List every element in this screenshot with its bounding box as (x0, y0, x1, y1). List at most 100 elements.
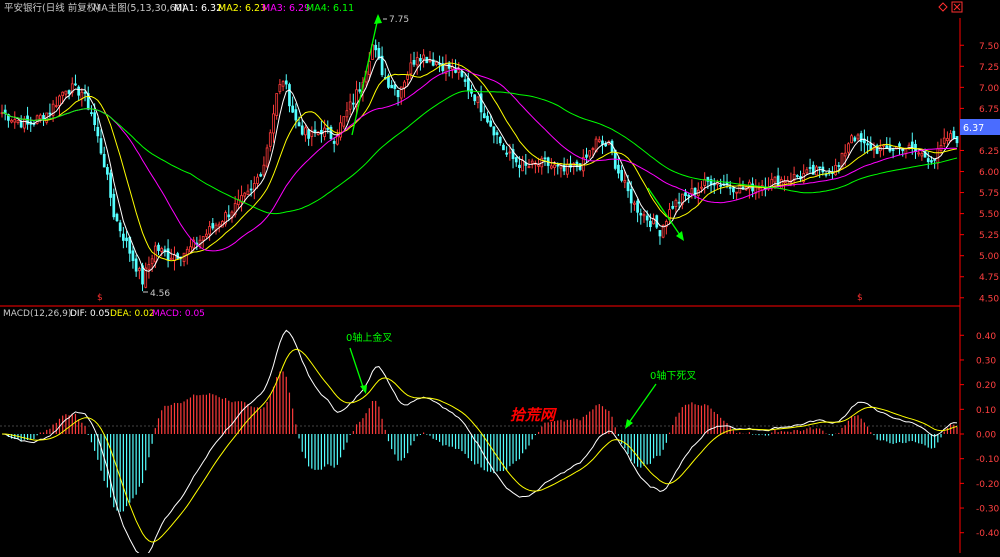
candle-body (115, 213, 119, 222)
candle-body (505, 152, 509, 155)
marker-left: $ (97, 293, 103, 303)
candle-body (415, 57, 419, 66)
macd-dea: DEA: 0.02 (110, 309, 155, 319)
candle-body (843, 152, 847, 157)
macd-value: MACD: 0.05 (152, 309, 205, 319)
candle-body (160, 248, 164, 252)
price-tick-label: 7.50 (979, 42, 999, 52)
candle-body (74, 83, 77, 86)
candle-body (633, 202, 636, 205)
candle-body (818, 166, 822, 169)
candle-body (294, 109, 298, 121)
candle-body (345, 110, 349, 118)
price-tick-label: 7.00 (979, 84, 999, 94)
candle-body (498, 136, 502, 144)
candle-body (757, 187, 761, 190)
candle-body (658, 230, 662, 237)
candle-body (677, 201, 681, 204)
candle-body (939, 144, 943, 151)
price-tick-label: 7.25 (979, 63, 999, 73)
candle-body (348, 101, 352, 110)
candle-body (291, 105, 295, 113)
candle-body (690, 188, 694, 195)
candle-body (508, 151, 512, 154)
candle-body (252, 183, 256, 191)
candle-body (910, 141, 914, 149)
price-tick-label: 5.50 (979, 210, 999, 220)
candle-body (227, 214, 231, 218)
candle-body (205, 233, 208, 237)
golden-cross-arrow (349, 347, 367, 394)
candle-body (288, 84, 291, 107)
candle-body (645, 215, 649, 221)
candle-body (150, 258, 154, 265)
candle-body (412, 59, 416, 65)
candle-body (626, 182, 630, 192)
candle-body (457, 69, 461, 73)
candle-body (351, 102, 355, 105)
candle-body (67, 90, 71, 94)
macd-tick-label: -0.20 (976, 480, 1000, 490)
candle-body (601, 140, 604, 145)
close-icon[interactable] (951, 1, 963, 13)
candle-body (537, 164, 540, 167)
candle-body (387, 75, 390, 88)
candle-body (166, 248, 170, 261)
macd-tick-label: -0.40 (976, 529, 1000, 539)
candle-body (502, 144, 505, 151)
candle-body (300, 125, 304, 135)
candle-body (19, 121, 23, 128)
candle-body (259, 174, 263, 177)
candle-body (891, 149, 895, 151)
candle-body (834, 164, 837, 176)
candlestick-series (0, 39, 959, 292)
macd-histogram (4, 371, 958, 512)
candle-body (952, 130, 956, 139)
candle-body (169, 257, 173, 260)
candle-body (64, 90, 68, 95)
candle-body (403, 81, 406, 89)
candle-body (390, 84, 394, 89)
diamond-icon[interactable] (938, 2, 948, 12)
candle-body (489, 120, 493, 127)
candle-body (898, 143, 901, 147)
candle-body (10, 119, 13, 123)
macd-tick-label: 0.00 (976, 431, 996, 441)
candle-body (125, 237, 128, 242)
candle-body (946, 138, 949, 141)
macd-tick-label: 0.20 (976, 381, 996, 391)
candle-body (201, 236, 205, 241)
macd-tick-label: -0.10 (976, 455, 1000, 465)
candle-body (856, 134, 860, 140)
candle-body (374, 44, 378, 51)
candle-body (297, 122, 301, 127)
candle-body (732, 187, 735, 193)
candle-body (527, 166, 531, 169)
candle-body (521, 160, 524, 172)
ma-line-ma4 (1, 90, 958, 215)
price-tick-label: 5.25 (979, 231, 999, 241)
candle-body (367, 61, 371, 75)
candle-body (687, 194, 691, 197)
macd-tick-label: 0.40 (976, 332, 996, 342)
candle-body (256, 176, 259, 184)
ma3-value: MA3: 6.29 (262, 3, 310, 14)
marker-right: $ (857, 293, 863, 303)
candle-body (16, 120, 20, 124)
candle-body (719, 184, 723, 187)
candle-body (473, 94, 477, 102)
ma4-value: MA4: 6.11 (306, 3, 354, 14)
price-tick-label: 6.25 (979, 147, 999, 157)
candle-body (61, 91, 65, 96)
candle-body (122, 233, 125, 241)
candle-body (246, 190, 250, 195)
candle-body (102, 153, 106, 168)
candle-body (901, 149, 905, 152)
candle-body (642, 213, 646, 217)
candle-body (850, 135, 853, 144)
candle-body (118, 222, 122, 232)
candle-body (96, 126, 100, 137)
candle-body (466, 77, 470, 91)
candle-body (278, 84, 282, 93)
candle-body (530, 160, 534, 164)
